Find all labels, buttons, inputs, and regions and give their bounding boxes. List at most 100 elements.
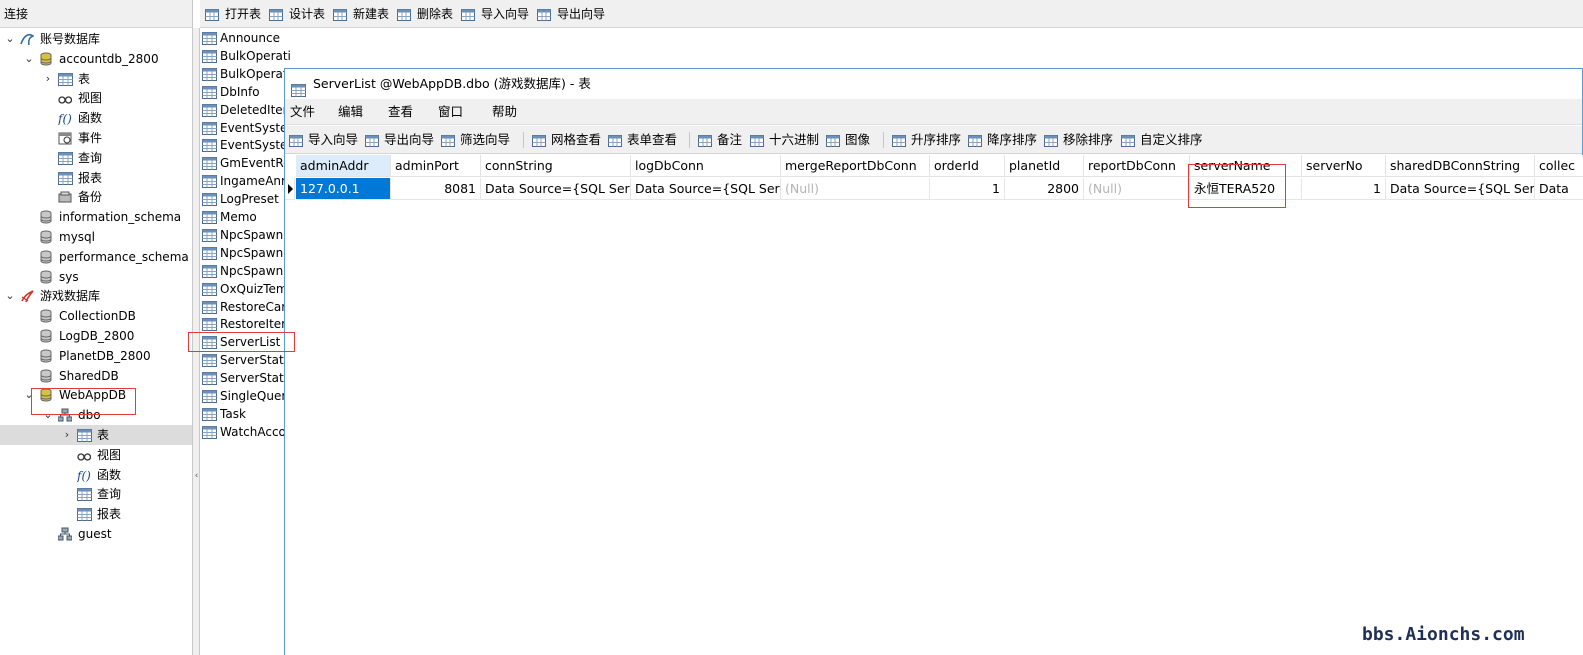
delete-table-icon	[397, 8, 413, 22]
table-list-item[interactable]: NpcSpawn	[202, 262, 283, 280]
column-header[interactable]: mergeReportDbConn	[781, 155, 930, 177]
open-table-button[interactable]: 打开表	[205, 5, 261, 23]
column-header[interactable]: connString	[481, 155, 631, 177]
grid-cell[interactable]: 2800	[1005, 178, 1084, 200]
table-list-item[interactable]: RestoreCar	[202, 298, 286, 316]
sort-ascending-button[interactable]: 升序排序	[892, 131, 961, 149]
highlight-server-name	[1188, 164, 1286, 208]
column-header[interactable]: logDbConn	[631, 155, 781, 177]
column-header[interactable]: adminPort	[391, 155, 481, 177]
table-list-item[interactable]: Announce	[202, 29, 280, 47]
memo-button[interactable]: 备注	[698, 131, 742, 149]
design-table-button[interactable]: 设计表	[269, 5, 325, 23]
table-window-title-bar[interactable]: ServerList @WebAppDB.dbo (游戏数据库) - 表	[285, 69, 1582, 99]
chevron-down-icon[interactable]: ⌄	[4, 286, 16, 306]
grid-cell[interactable]: 8081	[391, 178, 481, 200]
tree-item-label: accountdb_2800	[59, 51, 159, 66]
table-list-item[interactable]: OxQuizTem	[202, 280, 288, 298]
column-header[interactable]: adminAddr	[296, 155, 391, 177]
table-list-item[interactable]: DeletedIter	[202, 101, 288, 119]
toolbar-separator	[883, 132, 884, 148]
grid-cell[interactable]: (Null)	[1084, 178, 1190, 200]
menu-view[interactable]: 查看	[388, 103, 413, 121]
table-list-item[interactable]: SingleQuer	[202, 387, 286, 405]
table-list-item[interactable]: ServerStatu	[202, 351, 290, 369]
grid-cell[interactable]: Data Source={SQL Server	[481, 178, 631, 200]
table-list-item[interactable]: NpcSpawn	[202, 244, 283, 262]
filter-wizard-button[interactable]: 筛选向导	[441, 131, 510, 149]
column-header[interactable]: reportDbConn	[1084, 155, 1190, 177]
table-list-item[interactable]: NpcSpawn	[202, 226, 283, 244]
import-wizard-button[interactable]: 导入向导	[461, 5, 529, 23]
image-button[interactable]: 图像	[826, 131, 870, 149]
grid-cell[interactable]: 127.0.0.1	[296, 178, 391, 200]
column-header[interactable]: orderId	[930, 155, 1005, 177]
table-list-item[interactable]: DbInfo	[202, 83, 260, 101]
table-list-item[interactable]: BulkOperat	[202, 65, 288, 83]
collapse-handle-icon[interactable]: ‹	[193, 428, 200, 524]
tree-item-label: 表	[97, 428, 110, 442]
table-list-item[interactable]: GmEventRe	[202, 154, 290, 172]
database-icon	[39, 210, 53, 224]
table-list-item[interactable]: BulkOperationFile	[202, 47, 290, 65]
form-view-button[interactable]: 表单查看	[608, 131, 677, 149]
column-header[interactable]: serverNo	[1302, 155, 1386, 177]
custom-sort-button[interactable]: 自定义排序	[1121, 131, 1203, 149]
menu-file[interactable]: 文件	[290, 103, 315, 121]
menu-help[interactable]: 帮助	[492, 103, 517, 121]
hex-button[interactable]: 十六进制	[750, 131, 819, 149]
column-header[interactable]: planetId	[1005, 155, 1084, 177]
tree-item-label: 表	[78, 71, 91, 86]
table-list-item-label: Task	[220, 406, 246, 421]
chevron-right-icon[interactable]: ›	[42, 69, 54, 89]
table-list-item[interactable]: WatchAcco	[202, 423, 286, 441]
database-open-icon	[39, 52, 53, 66]
watermark: bbs.Aionchs.com	[1362, 624, 1525, 645]
column-header[interactable]: sharedDBConnString	[1386, 155, 1535, 177]
table-list-item[interactable]: Task	[202, 405, 246, 423]
grid-cell[interactable]: 1	[930, 178, 1005, 200]
tree-item-label: SharedDB	[59, 368, 119, 383]
functions-icon: f()	[76, 468, 91, 483]
table-list-item-label: ServerStatu	[220, 353, 290, 368]
grid-cell[interactable]: Data Source={SQL Server	[631, 178, 781, 200]
grid-view-button[interactable]: 网格查看	[532, 131, 601, 149]
grid-cell[interactable]: 1	[1302, 178, 1386, 200]
grid-cell[interactable]: Data	[1535, 178, 1583, 200]
column-header[interactable]: collec	[1535, 155, 1583, 177]
table-icon	[291, 78, 307, 97]
menu-window[interactable]: 窗口	[438, 103, 463, 121]
table-list-item[interactable]: EventSyster	[202, 136, 290, 154]
chevron-right-icon[interactable]: ›	[61, 425, 73, 445]
table-toolbar: 导入向导 导出向导 筛选向导 网格查看 表单查看 备注 十六进制 图像 升序排序…	[285, 126, 1582, 154]
new-table-button[interactable]: 新建表	[333, 5, 389, 23]
table-list-item[interactable]: Memo	[202, 208, 257, 226]
table-icon	[202, 390, 217, 403]
current-row-indicator-icon	[285, 178, 295, 200]
grid-view-icon	[532, 134, 547, 148]
reports-icon	[58, 171, 73, 185]
chevron-down-icon[interactable]: ⌄	[23, 49, 35, 69]
import-wizard-button[interactable]: 导入向导	[289, 131, 358, 149]
tree-item[interactable]: › 表	[0, 425, 192, 445]
delete-table-button[interactable]: 删除表	[397, 5, 453, 23]
table-list-item[interactable]: EventSyster	[202, 119, 290, 137]
table-list-item[interactable]: RestoreIter	[202, 315, 286, 333]
backups-icon	[58, 190, 72, 204]
sort-descending-button[interactable]: 降序排序	[968, 131, 1037, 149]
menu-edit[interactable]: 编辑	[338, 103, 363, 121]
grid-cell[interactable]: (Null)	[781, 178, 930, 200]
table-list-item[interactable]: LogPreset	[202, 190, 279, 208]
remove-sort-button[interactable]: 移除排序	[1044, 131, 1113, 149]
svg-text:f(): f()	[77, 469, 91, 482]
export-wizard-button[interactable]: 导出向导	[537, 5, 605, 23]
table-list-item[interactable]: ServerStatu	[202, 369, 290, 387]
tree-item-label: 报表	[78, 170, 103, 185]
export-wizard-button[interactable]: 导出向导	[365, 131, 434, 149]
tree-item-label: 游戏数据库	[40, 289, 101, 304]
table-icon	[202, 300, 217, 314]
table-list-item[interactable]: IngameAnr	[202, 172, 286, 190]
chevron-down-icon[interactable]: ⌄	[4, 29, 16, 49]
new-table-icon	[333, 8, 349, 22]
grid-cell[interactable]: Data Source={SQL Server	[1386, 178, 1535, 200]
